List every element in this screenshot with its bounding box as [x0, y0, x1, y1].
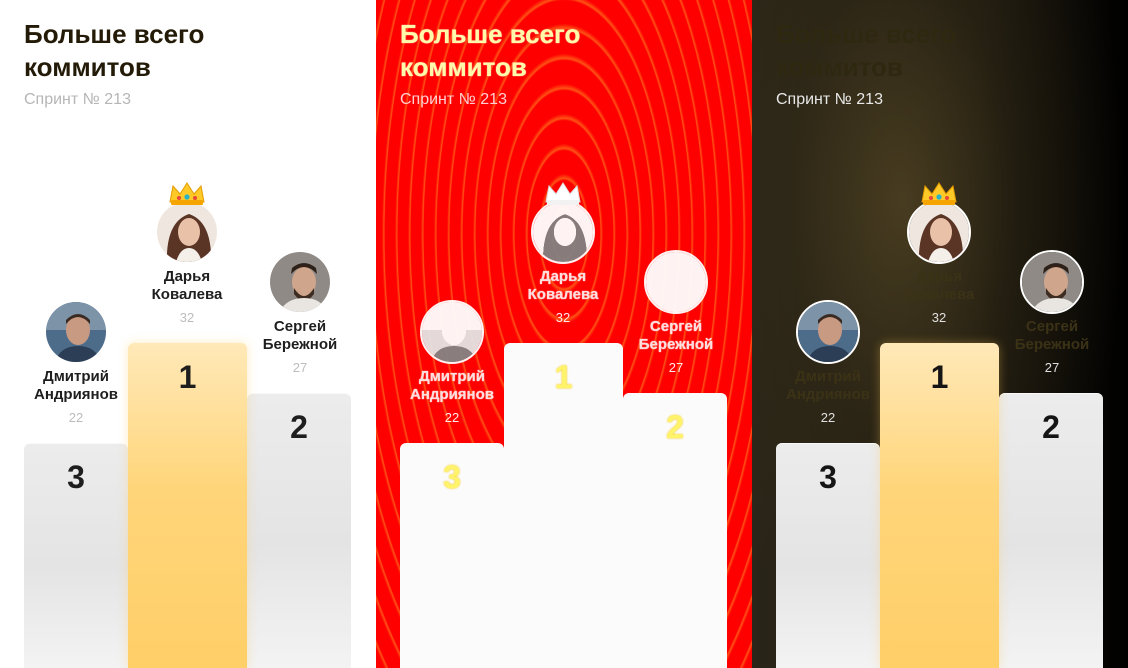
pillar-number-first: 1 [930, 359, 949, 395]
leader-first[interactable]: Дарья Ковалева 32 [127, 182, 247, 325]
avatar-third [420, 300, 484, 364]
pillar-number-second: 2 [1042, 409, 1060, 445]
leader-name-first: Дарья Ковалева [527, 268, 599, 303]
sprint-subtitle: Спринт № 213 [776, 91, 883, 108]
leader-name-third: Дмитрий Андриянов [786, 368, 870, 403]
leader-name-second: Сергей Бережной [638, 318, 714, 353]
crown-icon [545, 182, 581, 205]
sprint-subtitle: Спринт № 213 [24, 91, 131, 108]
leader-name-second: Сергей Бережной [1014, 318, 1090, 353]
pillar-third: 3 [400, 443, 504, 668]
pillar-number-second: 2 [290, 409, 308, 445]
pillar-first: 1 [880, 343, 999, 668]
avatar-third [796, 300, 860, 364]
avatar-third [44, 300, 108, 364]
pillar-number-second: 2 [666, 409, 684, 445]
leader-score-third: 22 [444, 410, 460, 425]
avatar-second [268, 250, 332, 314]
leader-name-second: Сергей Бережной [262, 318, 338, 353]
leader-second[interactable]: Сергей Бережной 27 [240, 250, 360, 375]
pillar-second: 2 [999, 393, 1103, 668]
leader-score-second: 27 [1044, 360, 1060, 375]
leader-second[interactable]: Сергей Бережной 27 [992, 250, 1112, 375]
panel-light: Больше всего коммитов Спринт № 213 Дмитр… [0, 0, 376, 668]
leader-third[interactable]: Дмитрий Андриянов 22 [16, 300, 136, 425]
panel-dark: Больше всего коммитов Спринт № 213 Дмитр… [752, 0, 1128, 668]
avatar-second [644, 250, 708, 314]
leader-third[interactable]: Дмитрий Андриянов 22 [768, 300, 888, 425]
leader-third[interactable]: Дмитрий Андриянов 22 [392, 300, 512, 425]
leader-score-first: 32 [931, 310, 947, 325]
crown-icon [169, 182, 205, 205]
pillar-number-third: 3 [819, 459, 837, 495]
pillar-first: 1 [504, 343, 623, 668]
leader-name-third: Дмитрий Андриянов [34, 368, 118, 403]
leader-first[interactable]: Дарья Ковалева 32 [503, 182, 623, 325]
page-title: Больше всего коммитов [400, 19, 581, 82]
avatar-first [531, 200, 595, 264]
leader-first[interactable]: Дарья Ковалева 32 [879, 182, 999, 325]
crown-icon [921, 182, 957, 205]
page-title: Больше всего коммитов [776, 19, 957, 82]
leader-name-first: Дарья Ковалева [151, 268, 223, 303]
leader-score-first: 32 [555, 310, 571, 325]
leader-score-second: 27 [292, 360, 308, 375]
avatar-first [907, 200, 971, 264]
pillar-second: 2 [247, 393, 351, 668]
leader-score-first: 32 [179, 310, 195, 325]
pillar-number-first: 1 [554, 359, 573, 395]
pillar-first: 1 [128, 343, 247, 668]
leader-score-second: 27 [668, 360, 684, 375]
pillar-number-third: 3 [67, 459, 85, 495]
leader-score-third: 22 [820, 410, 836, 425]
page-title: Больше всего коммитов [24, 19, 205, 82]
avatar-second [1020, 250, 1084, 314]
pillar-second: 2 [623, 393, 727, 668]
leader-second[interactable]: Сергей Бережной 27 [616, 250, 736, 375]
pillar-third: 3 [24, 443, 128, 668]
leader-score-third: 22 [68, 410, 84, 425]
panel-red: Больше всего коммитов Спринт № 213 Дмитр… [376, 0, 752, 668]
pillar-number-third: 3 [443, 459, 461, 495]
sprint-subtitle: Спринт № 213 [400, 91, 507, 108]
pillar-third: 3 [776, 443, 880, 668]
pillar-number-first: 1 [178, 359, 197, 395]
leader-name-first: Дарья Ковалева [903, 268, 975, 303]
leader-name-third: Дмитрий Андриянов [410, 368, 494, 403]
avatar-first [155, 200, 219, 264]
